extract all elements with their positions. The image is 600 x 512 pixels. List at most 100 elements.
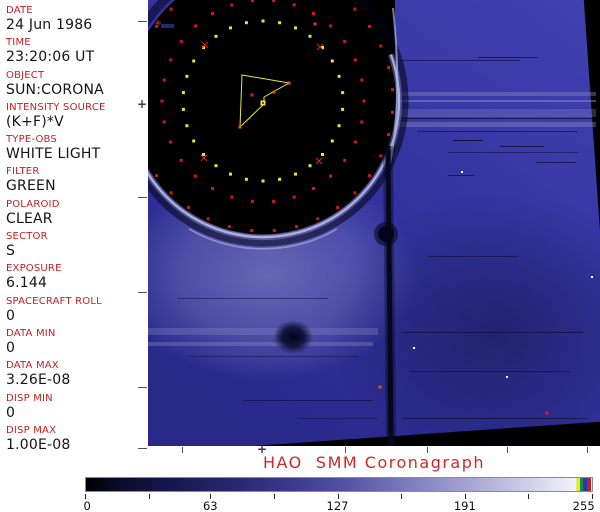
fiducial-circle-inner-dot xyxy=(160,99,164,103)
fiducial-circle-outer-dot xyxy=(368,24,371,28)
pylon-line xyxy=(385,145,394,446)
metadata-label: DISP MIN xyxy=(6,392,53,404)
metadata-label: DISP MAX xyxy=(6,424,57,436)
limb-circle-yellow-dot xyxy=(278,177,282,181)
limb-circle-yellow-dot xyxy=(192,139,196,143)
fiducial-circle-inner-dot xyxy=(329,24,333,28)
limb-circle-yellow-dot xyxy=(214,34,218,38)
fiducial-circle-inner-dot xyxy=(250,0,254,3)
metadata-label: FILTER xyxy=(6,166,40,178)
limb-circle-yellow-dot xyxy=(278,21,282,25)
limb-circle-yellow-dot xyxy=(337,74,341,78)
metadata-value: (K+F)*V xyxy=(6,113,64,130)
fiducial-circle-outer-dot xyxy=(368,174,371,178)
polygon-vertex-dot xyxy=(250,93,254,97)
streak xyxy=(403,418,588,419)
y-axis-tick xyxy=(138,197,147,198)
metadata-label: DATE xyxy=(6,5,33,16)
streak xyxy=(453,140,483,141)
metadata-value: GREEN xyxy=(6,178,56,195)
coronagraph-image[interactable] xyxy=(148,0,600,446)
fiducial-circle-outer-dot xyxy=(206,217,210,221)
metadata-field: DATA MAX 3.26E-08 xyxy=(6,359,146,391)
fiducial-circle-outer-dot xyxy=(391,88,394,92)
fiducial-circle-inner-dot xyxy=(162,78,166,82)
sun-center-core xyxy=(262,102,264,104)
limb-circle-yellow-dot xyxy=(181,91,185,95)
metadata-label: OBJECT xyxy=(6,69,45,81)
fiducial-circle-inner-dot xyxy=(362,99,366,103)
fiducial-circle-inner-dot xyxy=(193,24,197,28)
fiducial-circle-inner-dot xyxy=(169,58,173,62)
polygon-vertex-dot xyxy=(272,90,276,94)
dark-spot xyxy=(273,320,313,354)
fiducial-circle-outer-dot xyxy=(353,191,357,195)
coronagraph-viewer: DATE 24 Jun 1986 TIME 23:20:06 UT OBJECT SUN:… xyxy=(0,0,600,512)
fiducial-circle-inner-dot xyxy=(353,140,357,144)
colorbar-label: 63 xyxy=(202,499,218,512)
limb-circle-yellow-dot xyxy=(229,26,232,30)
limb-circle-yellow-dot xyxy=(341,107,345,111)
fiducial-circle-inner-dot xyxy=(230,195,234,199)
y-axis-tick xyxy=(138,448,147,449)
fiducial-circle-outer-dot xyxy=(336,206,340,209)
metadata-field: DISP MIN 0 xyxy=(6,392,146,424)
fiducial-circle-outer-dot xyxy=(316,217,320,221)
metadata-value: 1.00E-08 xyxy=(6,436,71,453)
fiducial-circle-inner-dot xyxy=(353,58,357,62)
metadata-label: DATA MIN xyxy=(6,327,56,339)
metadata-label: EXPOSURE xyxy=(6,263,62,275)
fiducial-circle-outer-dot xyxy=(155,174,158,178)
metadata-field: SECTOR S xyxy=(6,230,146,262)
streak xyxy=(536,162,576,163)
fiducial-circle-outer-dot xyxy=(379,44,383,48)
limb-circle-yellow-dot xyxy=(244,177,248,181)
y-axis-tick xyxy=(138,21,147,22)
metadata-value: 6.144 xyxy=(6,275,48,292)
streak xyxy=(178,298,328,299)
metadata-value: 3.26E-08 xyxy=(6,372,71,389)
limb-circle-yellow-dot xyxy=(294,26,297,30)
fiducial-circle-inner-dot xyxy=(360,78,364,82)
fiducial-circle-inner-dot xyxy=(343,158,347,162)
metadata-field: DATE 24 Jun 1986 xyxy=(6,4,146,36)
metadata-field: OBJECT SUN:CORONA xyxy=(6,69,146,101)
pylon-blob-core xyxy=(378,226,394,242)
metadata-label: INTENSITY SOURCE xyxy=(6,101,106,113)
fiducial-circle-outer-dot xyxy=(169,191,173,195)
limb-circle-yellow-dot xyxy=(337,124,341,128)
metadata-field: TIME 23:20:06 UT xyxy=(6,36,146,68)
metadata-field: EXPOSURE 6.144 xyxy=(6,262,146,294)
metadata-value: 24 Jun 1986 xyxy=(6,17,93,33)
sun-center-row-marker: + xyxy=(137,97,148,111)
fiducial-circle-inner-dot xyxy=(230,3,234,7)
fiducial-circle-inner-dot xyxy=(193,174,197,178)
fiducial-circle-inner-dot xyxy=(179,40,183,44)
streak xyxy=(148,342,373,346)
metadata-value: S xyxy=(6,243,16,260)
limb-circle-yellow-dot xyxy=(330,59,334,63)
limb-circle-yellow-dot xyxy=(294,172,297,176)
streak xyxy=(400,60,520,61)
streak xyxy=(418,131,578,132)
fiducial-circle-outer-dot xyxy=(227,225,231,229)
streak xyxy=(428,256,518,257)
fiducial-circle-inner-dot xyxy=(292,195,296,199)
smudge-streak xyxy=(161,24,174,28)
polygon-vertex-dot xyxy=(287,81,291,85)
fiducial-circle-outer-dot xyxy=(250,229,254,232)
metadata-value: 0 xyxy=(6,404,16,421)
streak xyxy=(403,332,583,333)
metadata-label: TIME xyxy=(6,37,31,49)
metadata-field: INTENSITY SOURCE (K+F)*V xyxy=(6,101,146,133)
fiducial-circle-outer-dot xyxy=(391,110,394,114)
fiducial-circle-inner-dot xyxy=(312,12,315,15)
fiducial-circle-inner-dot xyxy=(211,187,214,190)
streak xyxy=(410,371,570,372)
star xyxy=(413,347,415,349)
streak xyxy=(500,146,544,147)
streak xyxy=(243,400,373,401)
fiducial-circle-inner-dot xyxy=(343,40,347,44)
fiducial-dot xyxy=(545,411,549,415)
metadata-value: SUN:CORONA xyxy=(6,81,104,98)
